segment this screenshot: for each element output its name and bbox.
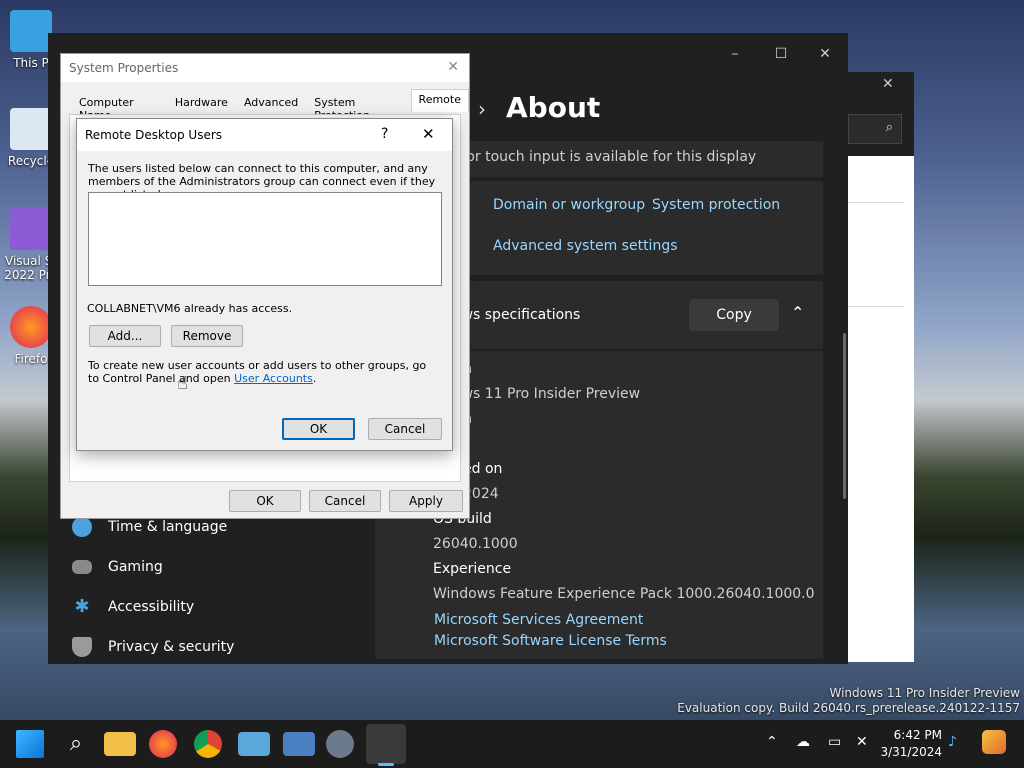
date: 3/31/2024 [880, 745, 942, 759]
time: 6:42 PM [893, 728, 942, 742]
active-app-indicator [378, 763, 394, 766]
nav-item-accessibility[interactable]: ✱ Accessibility [72, 589, 194, 625]
breadcrumb-chevron-icon: › [478, 97, 486, 121]
copilot-icon[interactable] [982, 730, 1006, 754]
nav-item-privacy-security[interactable]: Privacy & security [72, 629, 234, 665]
cloud-offline-icon[interactable]: ☁ [796, 734, 810, 750]
nav-item-label: Time & language [108, 519, 228, 535]
system-properties-titlebar: System Properties ✕ [61, 54, 469, 82]
tab-remote[interactable]: Remote [410, 89, 469, 112]
touch-card: n or touch input is available for this d… [453, 141, 823, 177]
cancel-button[interactable]: Cancel [309, 490, 381, 512]
visual-studio-icon [10, 208, 52, 250]
search-box[interactable]: ⌕ [848, 114, 902, 144]
file-explorer-icon[interactable] [104, 732, 136, 756]
divider [848, 202, 904, 203]
nav-item-gaming[interactable]: Gaming [72, 549, 163, 585]
minimize-button[interactable]: – [712, 39, 758, 69]
close-icon[interactable]: ✕ [882, 76, 894, 92]
ok-button[interactable]: OK [282, 418, 355, 440]
nav-item-label: Gaming [108, 559, 163, 575]
edition-value: ows 11 Pro Insider Preview [453, 386, 641, 402]
chevron-up-icon[interactable]: ⌃ [791, 303, 804, 322]
close-icon[interactable]: ✕ [422, 125, 435, 143]
scrollbar[interactable] [843, 333, 846, 499]
recycle-bin-icon [10, 108, 52, 150]
start-icon[interactable] [16, 730, 44, 758]
settings-icon[interactable] [326, 730, 354, 758]
volume-muted-icon[interactable]: ✕ [856, 734, 868, 750]
tab-computer-name[interactable]: Computer Name [71, 92, 167, 122]
cancel-button[interactable]: Cancel [368, 418, 442, 440]
advanced-system-settings-link[interactable]: Advanced system settings [493, 238, 678, 254]
gamepad-icon [72, 560, 92, 574]
nav-item-label: Privacy & security [108, 639, 235, 655]
accessibility-icon: ✱ [74, 596, 90, 617]
footer-text: To create new user accounts or add users… [88, 359, 438, 385]
dialog-title: Remote Desktop Users [85, 128, 223, 142]
system-properties-icon[interactable] [366, 724, 406, 766]
remote-desktop-users-dialog[interactable]: Remote Desktop Users ? ✕ The users liste… [76, 118, 453, 451]
apply-button[interactable]: Apply [389, 490, 463, 512]
license-terms-link[interactable]: Microsoft Software License Terms [434, 633, 667, 649]
tab-hardware[interactable]: Hardware [167, 92, 236, 112]
rdu-titlebar: Remote Desktop Users ? ✕ [77, 119, 452, 151]
dialog-title: System Properties [69, 61, 179, 75]
system-protection-link[interactable]: System protection [652, 197, 780, 213]
divider [848, 306, 904, 307]
globe-clock-icon [72, 517, 92, 537]
tab-strip: Computer Name Hardware Advanced System P… [71, 89, 469, 122]
experience-value: Windows Feature Experience Pack 1000.260… [433, 586, 815, 602]
experience-label: Experience [433, 561, 512, 577]
chrome-icon[interactable] [194, 730, 222, 758]
add-button[interactable]: Add... [89, 325, 161, 347]
remove-button[interactable]: Remove [171, 325, 243, 347]
shield-icon [72, 637, 92, 657]
close-icon[interactable]: ✕ [447, 59, 459, 75]
network-status-icon[interactable]: ▭ [828, 734, 841, 750]
tab-advanced[interactable]: Advanced [236, 92, 306, 112]
tab-system-protection[interactable]: System Protection [306, 92, 410, 122]
remote-desktop-icon[interactable] [238, 732, 270, 756]
taskbar: ⌕ ⌃ ☁ ▭ ✕ 6:42 PM 3/31/2024 ♪ [0, 720, 1024, 768]
page-title: About [506, 91, 601, 124]
firefox-icon [10, 306, 52, 348]
nav-item-label: Accessibility [108, 599, 195, 615]
footer-text-end: . [312, 372, 317, 385]
close-button[interactable]: ✕ [802, 39, 848, 69]
monitor-icon [10, 10, 52, 52]
chevron-up-icon[interactable]: ⌃ [766, 734, 778, 750]
copy-button[interactable]: Copy [689, 299, 779, 331]
watermark-line-1: Windows 11 Pro Insider Preview [829, 686, 1020, 700]
search-icon: ⌕ [885, 120, 893, 135]
search-icon[interactable]: ⌕ [60, 728, 92, 760]
access-text: COLLABNET\VM6 already has access. [87, 302, 293, 315]
maximize-button[interactable]: ☐ [758, 39, 804, 69]
hand-cursor-icon: ☝ [177, 373, 188, 394]
user-accounts-link[interactable]: User Accounts [234, 372, 313, 385]
help-icon[interactable]: ? [381, 126, 388, 142]
touch-text: n or touch input is available for this d… [453, 149, 757, 165]
specs-header: ows specifications [453, 307, 581, 323]
users-listbox[interactable] [88, 192, 442, 286]
watermark-line-2: Evaluation copy. Build 26040.rs_prerelea… [677, 701, 1020, 715]
network-icon[interactable] [283, 732, 315, 756]
os-build-value: 26040.1000 [433, 536, 518, 552]
ok-button[interactable]: OK [229, 490, 301, 512]
firefox-icon[interactable] [149, 730, 177, 758]
services-agreement-link[interactable]: Microsoft Services Agreement [434, 612, 643, 628]
related-links-card: Domain or workgroup System protection Ad… [453, 181, 823, 275]
domain-workgroup-link[interactable]: Domain or workgroup [493, 197, 645, 213]
notification-bell-icon[interactable]: ♪ [948, 734, 957, 750]
clock[interactable]: 6:42 PM 3/31/2024 [880, 727, 942, 761]
